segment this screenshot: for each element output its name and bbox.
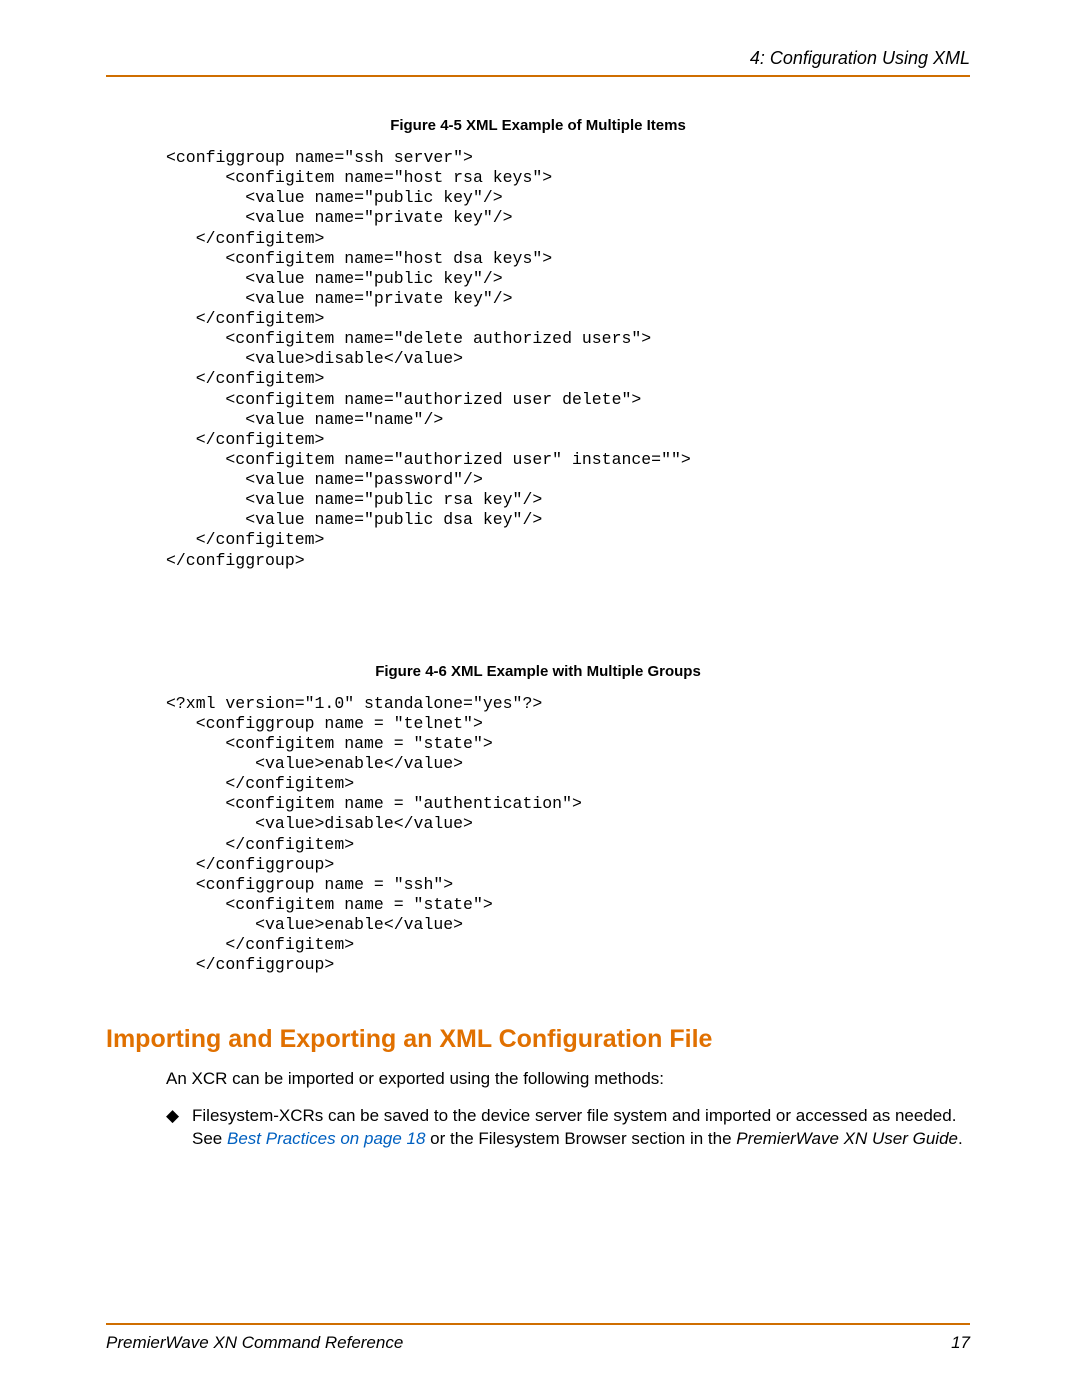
section-heading: Importing and Exporting an XML Configura…: [106, 1025, 970, 1054]
footer-rule: [106, 1323, 970, 1325]
figure-4-5-caption: Figure 4-5 XML Example of Multiple Items: [106, 117, 970, 134]
footer-book-title: PremierWave XN Command Reference: [106, 1333, 403, 1353]
diamond-bullet-icon: ◆: [166, 1105, 192, 1128]
header-rule: [106, 75, 970, 77]
section-intro: An XCR can be imported or exported using…: [166, 1068, 970, 1091]
bullet-text: Filesystem-XCRs can be saved to the devi…: [192, 1105, 970, 1151]
figure-4-6-code: <?xml version="1.0" standalone="yes"?> <…: [166, 694, 970, 976]
document-page: 4: Configuration Using XML Figure 4-5 XM…: [0, 0, 1080, 1397]
bullet-item: ◆ Filesystem-XCRs can be saved to the de…: [166, 1105, 970, 1151]
best-practices-link[interactable]: Best Practices on page 18: [227, 1129, 425, 1148]
footer-page-number: 17: [951, 1333, 970, 1353]
figure-4-6-caption: Figure 4-6 XML Example with Multiple Gro…: [106, 663, 970, 680]
page-footer: PremierWave XN Command Reference 17: [106, 1333, 970, 1353]
user-guide-title: PremierWave XN User Guide: [736, 1129, 958, 1148]
bullet-text-middle: or the Filesystem Browser section in the: [425, 1129, 736, 1148]
bullet-text-suffix: .: [958, 1129, 963, 1148]
figure-4-5-code: <configgroup name="ssh server"> <configi…: [166, 148, 970, 571]
page-header-chapter: 4: Configuration Using XML: [106, 48, 970, 69]
